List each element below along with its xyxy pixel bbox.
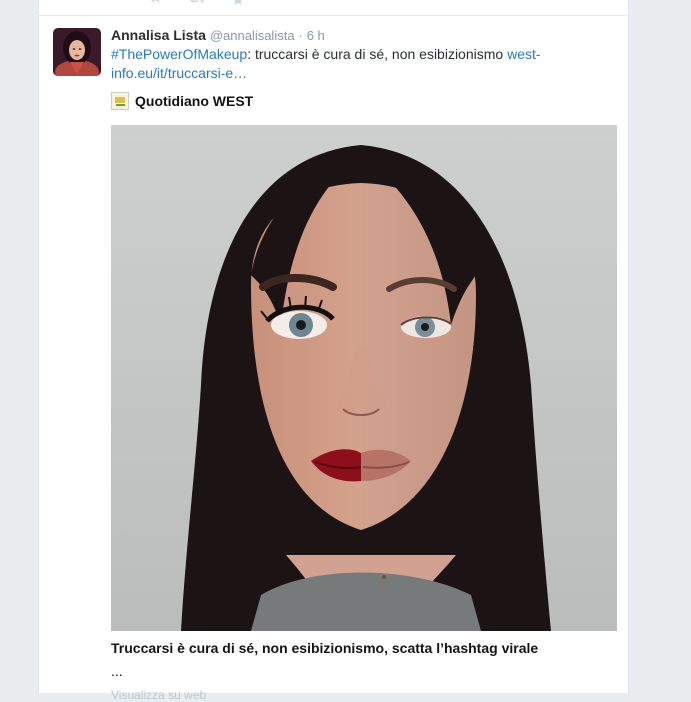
hashtag-link[interactable]: #ThePowerOfMakeup xyxy=(111,46,247,62)
header-separator: · xyxy=(298,28,303,43)
card-title[interactable]: Truccarsi è cura di sé, non esibizionism… xyxy=(111,640,611,656)
source-logo-icon xyxy=(111,92,129,110)
user-screen-name[interactable]: @annalisalista xyxy=(210,28,295,43)
tweet-header: Annalisa Lista @annalisalista · 6 h xyxy=(111,27,325,43)
card-photo[interactable] xyxy=(111,125,617,631)
tweet-body-text: : truccarsi è cura di sé, non esibizioni… xyxy=(247,46,508,62)
reply-icon[interactable] xyxy=(149,0,161,7)
avatar[interactable] xyxy=(53,28,101,76)
timeline-stream: Annalisa Lista @annalisalista · 6 h #The… xyxy=(38,0,629,702)
user-fullname[interactable]: Annalisa Lista xyxy=(111,27,206,43)
tweet-text: #ThePowerOfMakeup: truccarsi è cura di s… xyxy=(111,45,566,83)
retweet-icon[interactable] xyxy=(189,0,205,7)
card-source-name[interactable]: Quotidiano WEST xyxy=(135,93,253,109)
tweet-divider xyxy=(39,15,628,16)
tweet-timestamp[interactable]: 6 h xyxy=(307,28,325,43)
card-description: ... xyxy=(111,663,123,679)
favorite-icon[interactable] xyxy=(232,0,244,9)
view-on-web-link[interactable]: Visualizza su web xyxy=(111,688,206,702)
